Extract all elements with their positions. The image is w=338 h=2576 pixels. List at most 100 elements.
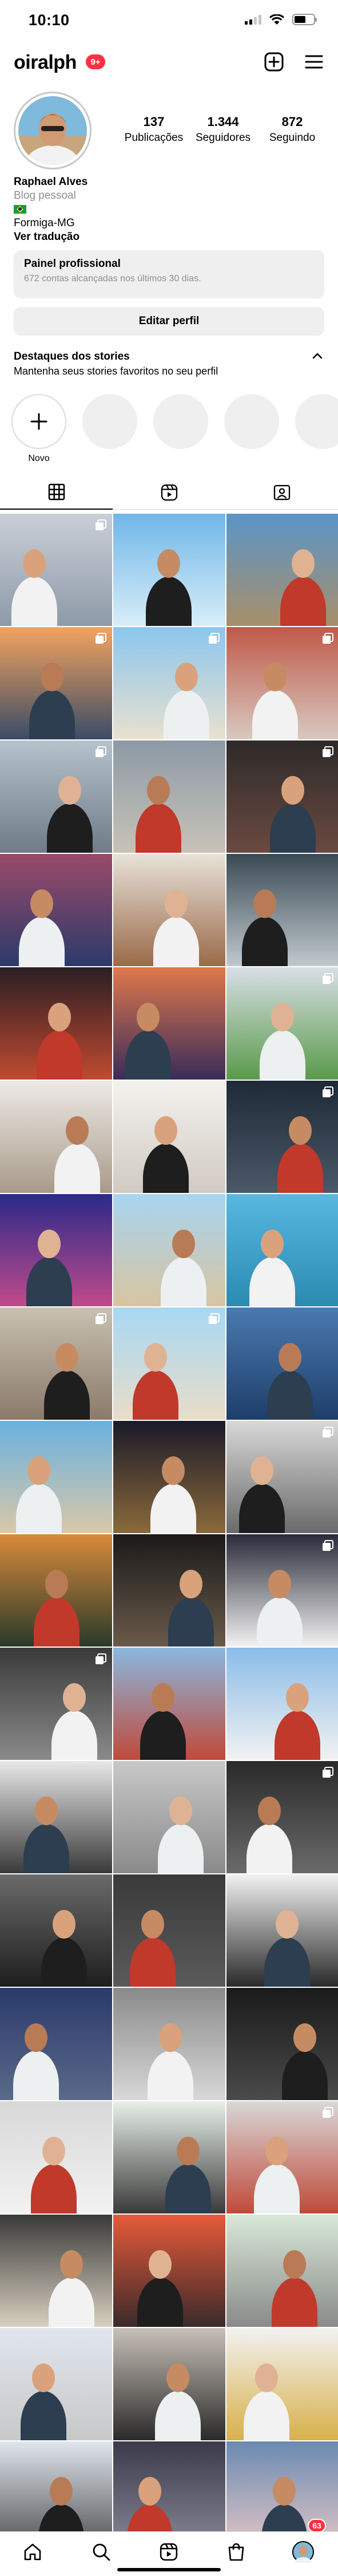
carousel-icon xyxy=(96,1653,106,1664)
post-thumbnail[interactable] xyxy=(113,1761,225,1873)
post-thumbnail[interactable] xyxy=(226,627,338,739)
photo-subject-head xyxy=(157,549,180,578)
post-thumbnail[interactable] xyxy=(113,1988,225,2100)
tab-reels[interactable] xyxy=(113,475,225,510)
edit-profile-button[interactable]: Editar perfil xyxy=(14,307,324,336)
post-thumbnail[interactable] xyxy=(226,967,338,1080)
photo-subject-head xyxy=(152,1683,174,1712)
post-thumbnail[interactable] xyxy=(0,1194,112,1306)
post-thumbnail[interactable] xyxy=(113,967,225,1080)
post-thumbnail[interactable] xyxy=(0,2328,112,2440)
professional-dashboard[interactable]: Painel profissional 672 contas alcançada… xyxy=(14,250,324,298)
photo-subject-head xyxy=(63,1683,86,1712)
tab-posts[interactable] xyxy=(0,475,113,510)
notification-badge: 9+ xyxy=(86,54,105,69)
nav-reels[interactable] xyxy=(154,2538,183,2566)
post-thumbnail[interactable] xyxy=(113,1307,225,1420)
photo-subject-head xyxy=(258,1797,281,1825)
post-thumbnail[interactable] xyxy=(0,967,112,1080)
post-thumbnail[interactable] xyxy=(0,740,112,853)
post-thumbnail[interactable] xyxy=(0,1534,112,1647)
post-thumbnail[interactable] xyxy=(226,740,338,853)
post-thumbnail[interactable] xyxy=(0,514,112,626)
photo-subject xyxy=(260,1030,305,1080)
post-thumbnail[interactable] xyxy=(226,2101,338,2213)
photo-subject xyxy=(54,1144,100,1193)
post-thumbnail[interactable] xyxy=(0,1648,112,1760)
photo-subject xyxy=(140,1711,186,1760)
carousel-icon xyxy=(323,633,333,644)
photo-subject xyxy=(257,1597,303,1647)
post-thumbnail[interactable] xyxy=(226,1081,338,1193)
post-thumbnail[interactable] xyxy=(0,2215,112,2327)
chevron-up-icon[interactable] xyxy=(312,352,323,363)
post-thumbnail[interactable] xyxy=(113,2328,225,2440)
post-thumbnail[interactable] xyxy=(226,2215,338,2327)
menu-button[interactable] xyxy=(301,49,327,74)
post-thumbnail[interactable] xyxy=(226,1988,338,2100)
post-thumbnail[interactable] xyxy=(113,1534,225,1647)
create-post-icon xyxy=(264,52,284,72)
post-thumbnail[interactable] xyxy=(113,1421,225,1533)
photo-subject-head xyxy=(276,1910,299,1939)
post-thumbnail[interactable] xyxy=(113,627,225,739)
post-thumbnail[interactable] xyxy=(113,2101,225,2213)
post-thumbnail[interactable] xyxy=(113,854,225,966)
nav-shop[interactable] xyxy=(222,2538,250,2566)
new-highlight-button[interactable] xyxy=(11,394,66,449)
post-thumbnail[interactable] xyxy=(113,740,225,853)
photo-subject-head xyxy=(55,1343,78,1372)
followers-count[interactable]: 1.344 Seguidores xyxy=(189,115,257,144)
post-thumbnail[interactable] xyxy=(0,1081,112,1193)
post-thumbnail[interactable] xyxy=(0,1988,112,2100)
nav-profile[interactable] xyxy=(289,2538,317,2566)
post-thumbnail[interactable] xyxy=(226,1307,338,1420)
post-thumbnail[interactable] xyxy=(226,854,338,966)
following-count[interactable]: 872 Seguindo xyxy=(259,115,326,144)
post-thumbnail[interactable] xyxy=(113,1081,225,1193)
create-post-button[interactable] xyxy=(261,49,287,74)
profile-header: oiralph 9+ xyxy=(0,46,338,80)
post-thumbnail[interactable] xyxy=(226,2328,338,2440)
photo-subject xyxy=(161,1257,206,1306)
posts-count[interactable]: 137 Publicações xyxy=(120,115,188,144)
post-thumbnail[interactable] xyxy=(226,1761,338,1873)
highlights-subtitle: Mantenha seus stories favoritos no seu p… xyxy=(14,365,218,377)
post-thumbnail[interactable] xyxy=(0,1307,112,1420)
photo-subject xyxy=(272,2278,317,2327)
photo-subject-head xyxy=(27,1456,50,1485)
post-thumbnail[interactable] xyxy=(0,2101,112,2213)
post-thumbnail[interactable] xyxy=(0,854,112,966)
see-translation-link[interactable]: Ver tradução xyxy=(14,230,323,244)
post-thumbnail[interactable] xyxy=(226,1534,338,1647)
account-switcher[interactable]: oiralph xyxy=(14,52,77,74)
highlight-placeholder xyxy=(82,394,137,449)
post-thumbnail[interactable] xyxy=(226,1874,338,1987)
photo-subject-head xyxy=(180,1570,202,1598)
post-thumbnail[interactable] xyxy=(0,1874,112,1987)
post-thumbnail[interactable] xyxy=(113,1874,225,1987)
carousel-icon xyxy=(323,973,333,984)
nav-home[interactable] xyxy=(18,2538,47,2566)
photo-subject-head xyxy=(32,2364,55,2392)
post-thumbnail[interactable] xyxy=(113,1648,225,1760)
post-thumbnail[interactable] xyxy=(226,514,338,626)
post-thumbnail[interactable] xyxy=(226,1648,338,1760)
post-thumbnail[interactable] xyxy=(113,514,225,626)
photo-subject xyxy=(252,690,298,739)
photo-subject xyxy=(49,2278,94,2327)
photo-subject xyxy=(270,803,316,853)
photo-subject xyxy=(11,577,57,626)
post-thumbnail[interactable] xyxy=(0,1421,112,1533)
tab-tagged[interactable] xyxy=(225,475,338,510)
profile-avatar[interactable] xyxy=(14,92,92,170)
photo-subject-head xyxy=(162,1456,185,1485)
post-thumbnail[interactable] xyxy=(226,1421,338,1533)
post-thumbnail[interactable] xyxy=(0,627,112,739)
photo-subject xyxy=(137,2278,183,2327)
post-thumbnail[interactable] xyxy=(0,1761,112,1873)
post-thumbnail[interactable] xyxy=(226,1194,338,1306)
post-thumbnail[interactable] xyxy=(113,1194,225,1306)
nav-search[interactable] xyxy=(87,2538,116,2566)
post-thumbnail[interactable] xyxy=(113,2215,225,2327)
